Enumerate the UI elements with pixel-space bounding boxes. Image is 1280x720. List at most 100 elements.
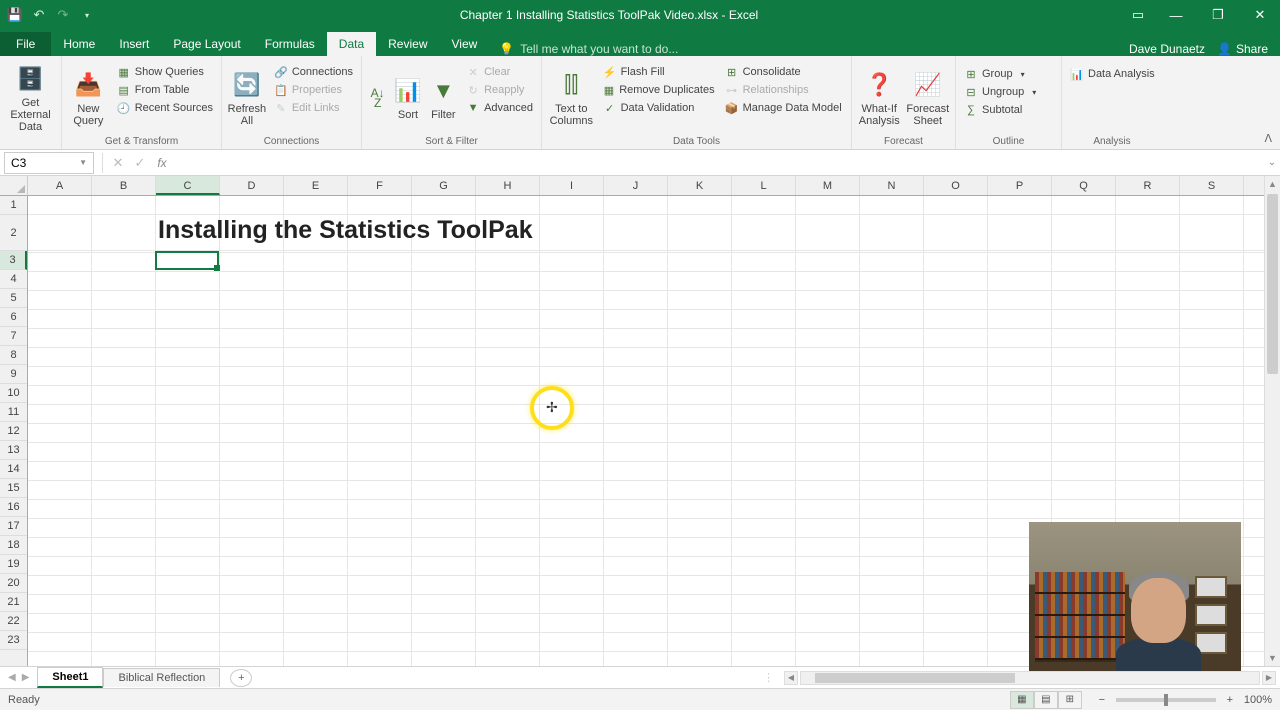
horizontal-scroll-thumb[interactable] xyxy=(815,673,1015,683)
vertical-scroll-thumb[interactable] xyxy=(1267,194,1278,374)
sheet-tab-sheet1[interactable]: Sheet1 xyxy=(37,667,103,688)
tab-formulas[interactable]: Formulas xyxy=(253,32,327,56)
tab-home[interactable]: Home xyxy=(51,32,107,56)
show-queries-button[interactable]: ▦Show Queries xyxy=(113,64,217,80)
column-header-l[interactable]: L xyxy=(732,176,796,195)
horizontal-scrollbar[interactable] xyxy=(800,671,1260,685)
row-header-1[interactable]: 1 xyxy=(0,196,27,215)
column-header-o[interactable]: O xyxy=(924,176,988,195)
tab-review[interactable]: Review xyxy=(376,32,439,56)
normal-view-button[interactable]: ▦ xyxy=(1010,691,1034,709)
sheet-nav-last-icon[interactable]: ▶ xyxy=(22,672,30,683)
scroll-up-icon[interactable]: ▲ xyxy=(1265,176,1280,192)
column-header-i[interactable]: I xyxy=(540,176,604,195)
column-header-n[interactable]: N xyxy=(860,176,924,195)
manage-data-model-button[interactable]: 📦Manage Data Model xyxy=(721,100,847,116)
maximize-icon[interactable]: ❐ xyxy=(1198,0,1238,30)
sheet-tab-biblical-reflection[interactable]: Biblical Reflection xyxy=(103,668,220,687)
row-header-3[interactable]: 3 xyxy=(0,251,27,270)
zoom-out-button[interactable]: − xyxy=(1094,694,1110,706)
row-header-16[interactable]: 16 xyxy=(0,498,27,517)
scroll-down-icon[interactable]: ▼ xyxy=(1265,650,1280,666)
zoom-slider-thumb[interactable] xyxy=(1164,694,1168,706)
column-header-r[interactable]: R xyxy=(1116,176,1180,195)
connections-button[interactable]: 🔗Connections xyxy=(270,64,357,80)
column-header-b[interactable]: B xyxy=(92,176,156,195)
column-header-m[interactable]: M xyxy=(796,176,860,195)
row-header-8[interactable]: 8 xyxy=(0,346,27,365)
formula-input[interactable] xyxy=(173,152,1264,174)
row-header-19[interactable]: 19 xyxy=(0,555,27,574)
text-to-columns-button[interactable]: ⫿⫿ Text to Columns xyxy=(546,62,597,134)
column-header-j[interactable]: J xyxy=(604,176,668,195)
forecast-sheet-button[interactable]: 📈 Forecast Sheet xyxy=(905,62,952,134)
row-headers[interactable]: 1234567891011121314151617181920212223 xyxy=(0,196,28,666)
redo-icon[interactable]: ↷ xyxy=(54,6,72,24)
user-name[interactable]: Dave Dunaetz xyxy=(1129,42,1205,56)
name-box[interactable]: C3 ▼ xyxy=(4,152,94,174)
row-header-13[interactable]: 13 xyxy=(0,441,27,460)
new-sheet-button[interactable]: + xyxy=(230,669,252,687)
from-table-button[interactable]: ▤From Table xyxy=(113,82,217,98)
column-header-s[interactable]: S xyxy=(1180,176,1244,195)
column-header-a[interactable]: A xyxy=(28,176,92,195)
row-header-17[interactable]: 17 xyxy=(0,517,27,536)
ribbon-display-icon[interactable]: ▭ xyxy=(1122,0,1154,30)
tab-insert[interactable]: Insert xyxy=(107,32,161,56)
insert-function-button[interactable]: fx xyxy=(151,152,173,174)
flash-fill-button[interactable]: ⚡Flash Fill xyxy=(599,64,719,80)
filter-button[interactable]: ▼ Filter xyxy=(427,62,460,134)
row-header-4[interactable]: 4 xyxy=(0,270,27,289)
collapse-ribbon-icon[interactable]: ᐱ xyxy=(1256,128,1280,149)
tab-file[interactable]: File xyxy=(0,32,51,56)
column-header-c[interactable]: C xyxy=(156,176,220,195)
expand-formula-bar-icon[interactable]: ⌄ xyxy=(1264,157,1280,168)
column-header-e[interactable]: E xyxy=(284,176,348,195)
tell-me-search[interactable]: 💡 Tell me what you want to do... xyxy=(489,42,1129,56)
page-break-view-button[interactable]: ⊞ xyxy=(1058,691,1082,709)
column-headers[interactable]: ABCDEFGHIJKLMNOPQRS xyxy=(28,176,1264,196)
data-analysis-button[interactable]: 📊Data Analysis xyxy=(1066,66,1159,82)
remove-duplicates-button[interactable]: ▦Remove Duplicates xyxy=(599,82,719,98)
name-box-dropdown-icon[interactable]: ▼ xyxy=(79,158,87,167)
ungroup-button[interactable]: ⊟Ungroup▾ xyxy=(960,84,1040,100)
page-layout-view-button[interactable]: ▤ xyxy=(1034,691,1058,709)
row-header-2[interactable]: 2 xyxy=(0,215,27,251)
column-header-g[interactable]: G xyxy=(412,176,476,195)
new-query-button[interactable]: 📥 New Query xyxy=(66,62,111,134)
column-header-h[interactable]: H xyxy=(476,176,540,195)
row-header-14[interactable]: 14 xyxy=(0,460,27,479)
share-button[interactable]: 👤 Share xyxy=(1217,42,1268,56)
subtotal-button[interactable]: ∑Subtotal xyxy=(960,102,1040,118)
row-header-7[interactable]: 7 xyxy=(0,327,27,346)
column-header-f[interactable]: F xyxy=(348,176,412,195)
row-header-23[interactable]: 23 xyxy=(0,631,27,650)
row-header-15[interactable]: 15 xyxy=(0,479,27,498)
column-header-d[interactable]: D xyxy=(220,176,284,195)
get-external-data-button[interactable]: 🗄️ Get External Data xyxy=(4,62,57,134)
sheet-nav-first-icon[interactable]: ◀ xyxy=(8,672,16,683)
select-all-button[interactable] xyxy=(0,176,28,196)
what-if-analysis-button[interactable]: ❓ What-If Analysis xyxy=(856,62,903,134)
tab-split-handle[interactable]: ⋮ xyxy=(763,671,774,684)
close-icon[interactable]: ✕ xyxy=(1240,0,1280,30)
qat-customize-icon[interactable]: ▾ xyxy=(78,6,96,24)
scroll-right-icon[interactable]: ▶ xyxy=(1262,671,1276,685)
column-header-q[interactable]: Q xyxy=(1052,176,1116,195)
zoom-level[interactable]: 100% xyxy=(1244,694,1272,706)
tab-data[interactable]: Data xyxy=(327,32,376,56)
undo-icon[interactable]: ↶ xyxy=(30,6,48,24)
row-header-11[interactable]: 11 xyxy=(0,403,27,422)
row-header-9[interactable]: 9 xyxy=(0,365,27,384)
tab-page-layout[interactable]: Page Layout xyxy=(161,32,252,56)
minimize-icon[interactable]: — xyxy=(1156,0,1196,30)
row-header-22[interactable]: 22 xyxy=(0,612,27,631)
row-header-21[interactable]: 21 xyxy=(0,593,27,612)
save-icon[interactable]: 💾 xyxy=(6,6,24,24)
recent-sources-button[interactable]: 🕘Recent Sources xyxy=(113,100,217,116)
advanced-filter-button[interactable]: ▼Advanced xyxy=(462,100,537,116)
zoom-in-button[interactable]: + xyxy=(1222,694,1238,706)
zoom-slider[interactable] xyxy=(1116,698,1216,702)
fill-handle[interactable] xyxy=(214,265,220,271)
consolidate-button[interactable]: ⊞Consolidate xyxy=(721,64,847,80)
